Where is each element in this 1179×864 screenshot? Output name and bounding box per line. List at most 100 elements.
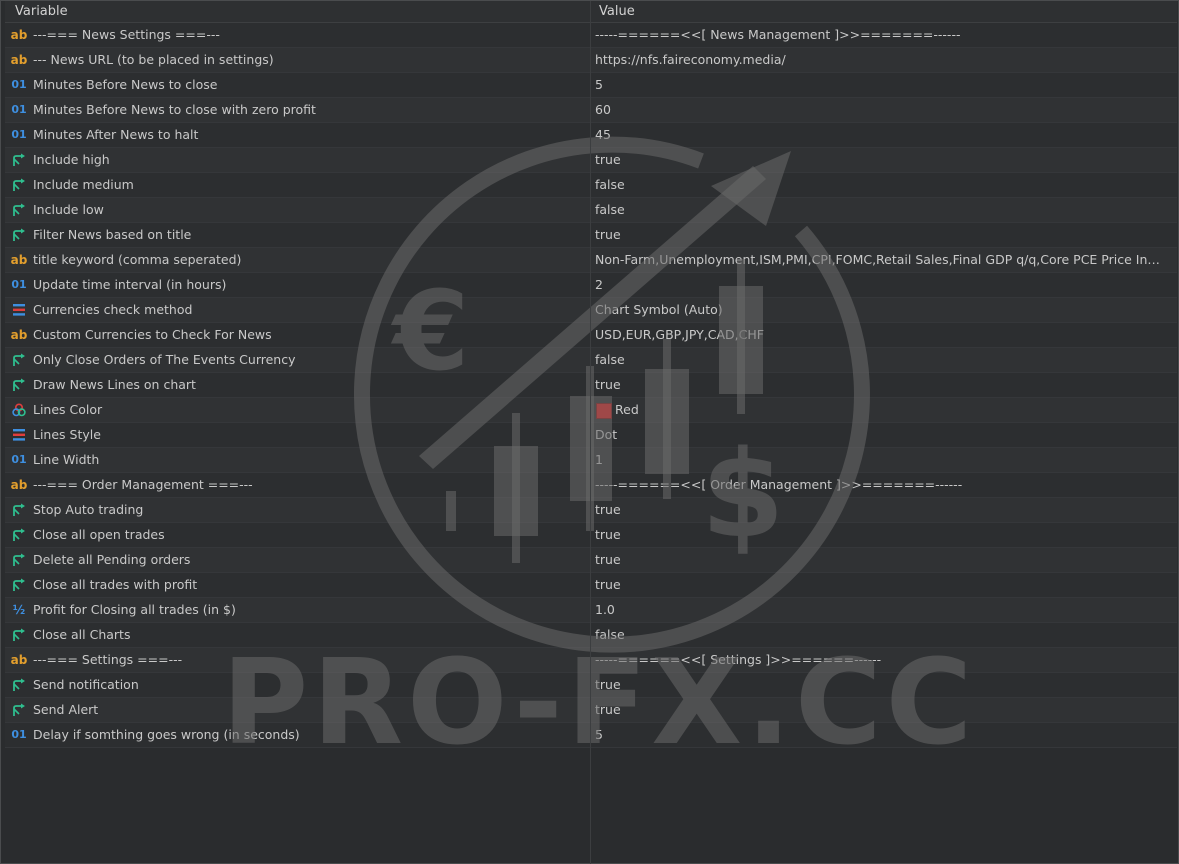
variable-name: Currencies check method bbox=[33, 302, 193, 317]
value-cell[interactable]: -----======<<[ News Management ]>>======… bbox=[591, 23, 1177, 47]
table-row[interactable]: 01 Minutes After News to halt 45 bbox=[5, 123, 1177, 148]
value-cell[interactable]: Non-Farm,Unemployment,ISM,PMI,CPI,FOMC,R… bbox=[591, 248, 1177, 272]
column-header-value[interactable]: Value bbox=[599, 4, 635, 19]
value-cell[interactable]: false bbox=[591, 348, 1177, 372]
variable-name: ---=== Order Management ===--- bbox=[33, 477, 253, 492]
table-row[interactable]: Send notification true bbox=[5, 673, 1177, 698]
variable-name: Custom Currencies to Check For News bbox=[33, 327, 272, 342]
value-cell[interactable]: false bbox=[591, 198, 1177, 222]
table-row[interactable]: Send Alert true bbox=[5, 698, 1177, 723]
variable-name: Minutes Before News to close with zero p… bbox=[33, 102, 316, 117]
boolean-type-icon bbox=[10, 148, 28, 172]
variable-name: Include high bbox=[33, 152, 110, 167]
value-cell[interactable]: https://nfs.faireconomy.media/ bbox=[591, 48, 1177, 72]
value-text: true bbox=[595, 227, 621, 242]
column-header-variable[interactable]: Variable bbox=[15, 4, 68, 19]
value-cell[interactable]: 45 bbox=[591, 123, 1177, 147]
value-cell[interactable]: true bbox=[591, 523, 1177, 547]
value-cell[interactable]: true bbox=[591, 373, 1177, 397]
table-row[interactable]: ab ---=== Order Management ===--- -----===… bbox=[5, 473, 1177, 498]
value-cell[interactable]: 1 bbox=[591, 448, 1177, 472]
table-row[interactable]: Close all Charts false bbox=[5, 623, 1177, 648]
table-row[interactable]: Delete all Pending orders true bbox=[5, 548, 1177, 573]
value-cell[interactable]: true bbox=[591, 548, 1177, 572]
table-row[interactable]: 01 Delay if somthing goes wrong (in secon… bbox=[5, 723, 1177, 748]
boolean-type-icon bbox=[10, 573, 28, 597]
value-cell[interactable]: USD,EUR,GBP,JPY,CAD,CHF bbox=[591, 323, 1177, 347]
variable-name: Include medium bbox=[33, 177, 134, 192]
value-cell[interactable]: false bbox=[591, 173, 1177, 197]
value-cell[interactable]: Dot bbox=[591, 423, 1177, 447]
variable-name: Line Width bbox=[33, 452, 100, 467]
table-row[interactable]: Draw News Lines on chart true bbox=[5, 373, 1177, 398]
string-type-icon: ab bbox=[10, 53, 28, 67]
table-row[interactable]: Lines Style Dot bbox=[5, 423, 1177, 448]
table-row[interactable]: Include low false bbox=[5, 198, 1177, 223]
value-text: -----======<<[ News Management ]>>======… bbox=[595, 27, 961, 42]
value-cell[interactable]: true bbox=[591, 573, 1177, 597]
inputs-panel: Variable Value ab ---=== News Settings ==… bbox=[0, 0, 1179, 864]
value-text: false bbox=[595, 177, 625, 192]
variable-name: Close all Charts bbox=[33, 627, 131, 642]
value-cell[interactable]: false bbox=[591, 623, 1177, 647]
value-text: 1.0 bbox=[595, 602, 615, 617]
value-text: false bbox=[595, 352, 625, 367]
value-cell[interactable]: true bbox=[591, 148, 1177, 172]
value-text: 60 bbox=[595, 102, 611, 117]
value-text: false bbox=[595, 202, 625, 217]
table-row[interactable]: ab --- News URL (to be placed in settings… bbox=[5, 48, 1177, 73]
table-row[interactable]: ½ Profit for Closing all trades (in $) 1.0 bbox=[5, 598, 1177, 623]
table-row[interactable]: Include medium false bbox=[5, 173, 1177, 198]
string-type-icon: ab bbox=[10, 653, 28, 667]
variable-name: Update time interval (in hours) bbox=[33, 277, 227, 292]
value-cell[interactable]: 5 bbox=[591, 723, 1177, 747]
color-swatch[interactable] bbox=[596, 403, 612, 419]
value-cell[interactable]: true bbox=[591, 698, 1177, 722]
value-cell[interactable]: Chart Symbol (Auto) bbox=[591, 298, 1177, 322]
table-row[interactable]: 01 Update time interval (in hours) 2 bbox=[5, 273, 1177, 298]
value-cell[interactable]: true bbox=[591, 673, 1177, 697]
value-cell[interactable]: -----======<<[ Settings ]>>======------ bbox=[591, 648, 1177, 672]
variable-name: Send Alert bbox=[33, 702, 99, 717]
value-text: Red bbox=[615, 402, 639, 417]
table-row[interactable]: Currencies check method Chart Symbol (Aut… bbox=[5, 298, 1177, 323]
variable-name: Draw News Lines on chart bbox=[33, 377, 196, 392]
table-row[interactable]: 01 Minutes Before News to close 5 bbox=[5, 73, 1177, 98]
table-row[interactable]: 01 Line Width 1 bbox=[5, 448, 1177, 473]
table-row[interactable]: Filter News based on title true bbox=[5, 223, 1177, 248]
value-cell[interactable]: 1.0 bbox=[591, 598, 1177, 622]
enum-type-icon bbox=[10, 298, 28, 322]
table-row[interactable]: Close all trades with profit true bbox=[5, 573, 1177, 598]
column-divider[interactable] bbox=[590, 1, 591, 864]
table-row[interactable]: ab title keyword (comma seperated) Non-Far… bbox=[5, 248, 1177, 273]
value-text: 45 bbox=[595, 127, 611, 142]
table-row[interactable]: ab ---=== News Settings ===--- -----======… bbox=[5, 23, 1177, 48]
value-cell[interactable]: Red bbox=[591, 398, 1177, 422]
table-row[interactable]: Only Close Orders of The Events Currency… bbox=[5, 348, 1177, 373]
value-cell[interactable]: true bbox=[591, 498, 1177, 522]
table-row[interactable]: ab ---=== Settings ===--- -----======<<[ S… bbox=[5, 648, 1177, 673]
value-text: Dot bbox=[595, 427, 618, 442]
table-row[interactable]: ab Custom Currencies to Check For News USD… bbox=[5, 323, 1177, 348]
table-row[interactable]: Include high true bbox=[5, 148, 1177, 173]
value-cell[interactable]: -----======<<[ Order Management ]>>=====… bbox=[591, 473, 1177, 497]
integer-type-icon: 01 bbox=[11, 78, 27, 91]
value-cell[interactable]: 5 bbox=[591, 73, 1177, 97]
value-cell[interactable]: 2 bbox=[591, 273, 1177, 297]
value-text: USD,EUR,GBP,JPY,CAD,CHF bbox=[595, 327, 764, 342]
value-cell[interactable]: true bbox=[591, 223, 1177, 247]
table-row[interactable]: Lines Color Red bbox=[5, 398, 1177, 423]
table-row[interactable]: Stop Auto trading true bbox=[5, 498, 1177, 523]
boolean-type-icon bbox=[10, 548, 28, 572]
value-cell[interactable]: 60 bbox=[591, 98, 1177, 122]
variable-name: ---=== News Settings ===--- bbox=[33, 27, 220, 42]
value-text: true bbox=[595, 152, 621, 167]
table-row[interactable]: Close all open trades true bbox=[5, 523, 1177, 548]
value-text: true bbox=[595, 677, 621, 692]
table-row[interactable]: 01 Minutes Before News to close with zero… bbox=[5, 98, 1177, 123]
value-text: true bbox=[595, 577, 621, 592]
value-text: Chart Symbol (Auto) bbox=[595, 302, 723, 317]
variable-name: Delete all Pending orders bbox=[33, 552, 191, 567]
color-type-icon bbox=[10, 398, 28, 422]
value-text: false bbox=[595, 627, 625, 642]
